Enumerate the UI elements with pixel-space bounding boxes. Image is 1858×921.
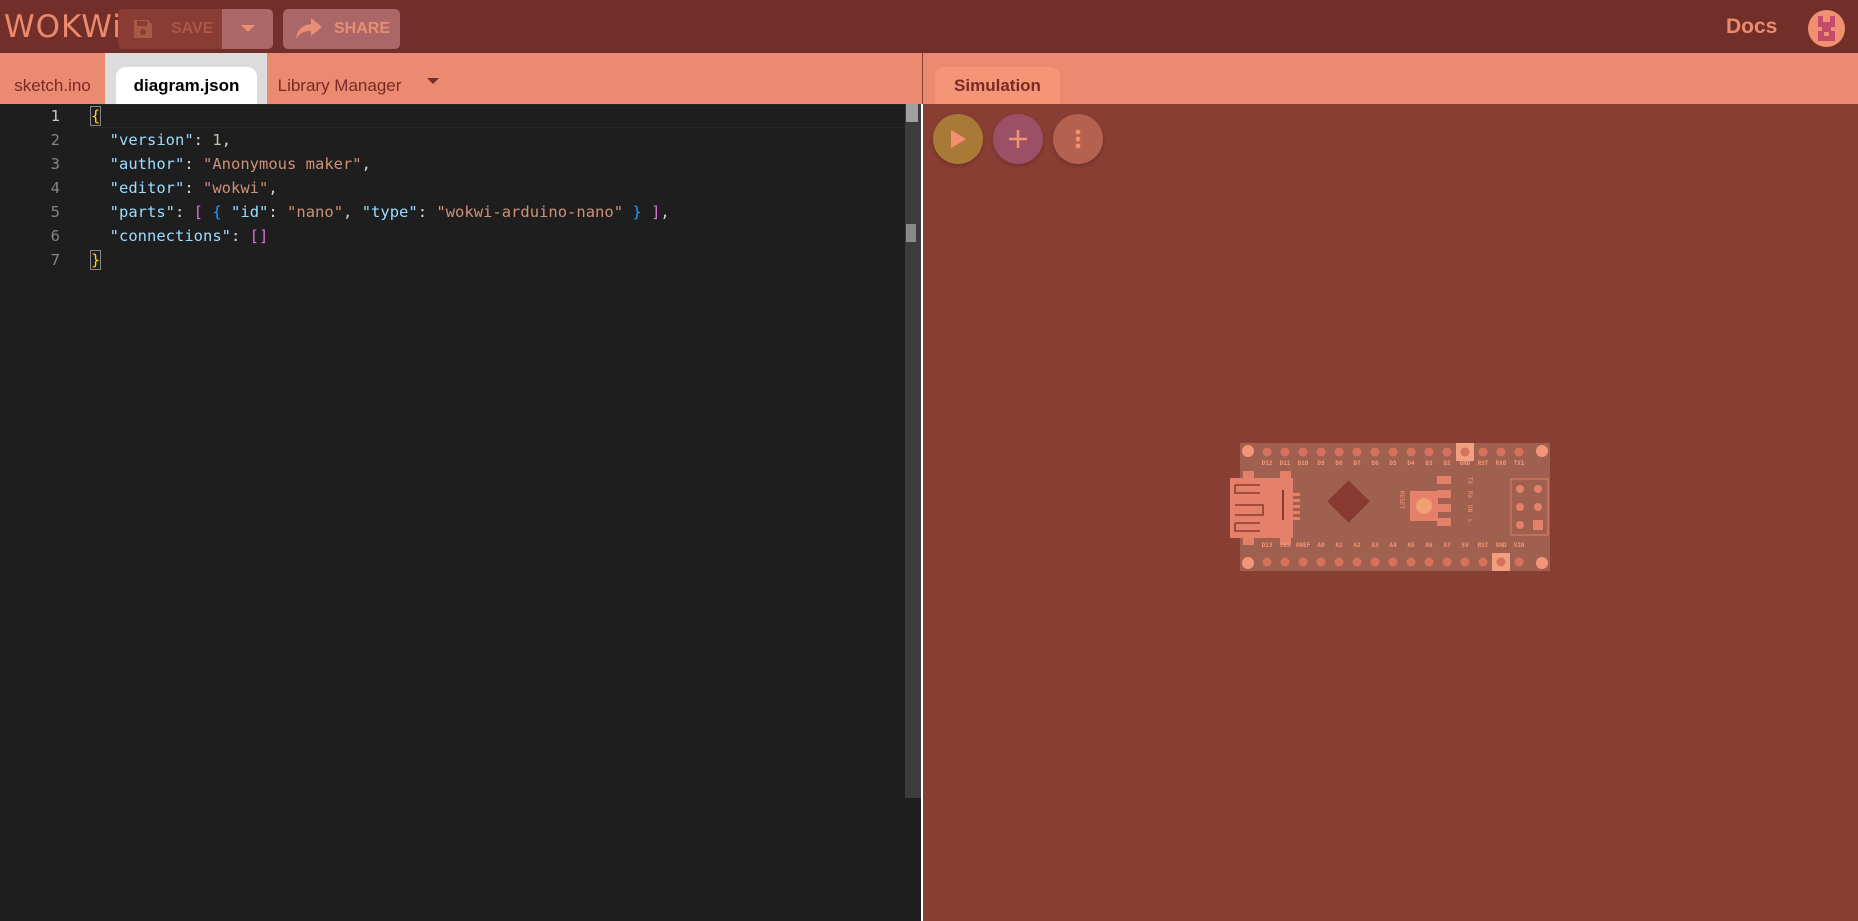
pin-label: A3	[1371, 542, 1379, 549]
scrollbar-marker	[906, 224, 916, 242]
add-part-button[interactable]	[993, 114, 1043, 164]
led-label: L	[1466, 519, 1473, 523]
start-simulation-button[interactable]	[933, 114, 983, 164]
led-rx	[1437, 490, 1451, 498]
editor-tabbar: sketch.ino diagram.json Library Manager	[0, 53, 922, 104]
code-token: 1	[212, 131, 222, 149]
panel-divider[interactable]	[921, 104, 923, 921]
plus-icon	[1009, 130, 1027, 148]
line-number: 3	[50, 155, 60, 173]
save-label: SAVE	[171, 20, 214, 37]
pin-label: VIN	[1514, 542, 1525, 549]
code-token: "author"	[109, 155, 185, 173]
tab-diagram-json[interactable]: diagram.json	[116, 67, 257, 104]
pin-label: D10	[1298, 460, 1309, 467]
share-label: SHARE	[334, 20, 391, 37]
line-number: 1	[50, 107, 60, 125]
caret-down-icon	[240, 25, 255, 32]
save-button[interactable]: SAVE	[118, 9, 222, 49]
user-avatar[interactable]	[1808, 10, 1845, 47]
code-token: "id"	[231, 203, 269, 221]
pin-label: A6	[1425, 542, 1433, 549]
reset-label: RESET	[1398, 491, 1405, 509]
pin-label: TX1	[1514, 460, 1525, 467]
pin-label: RST	[1478, 542, 1489, 549]
save-dropdown-button[interactable]	[222, 9, 273, 49]
led-on	[1437, 504, 1451, 512]
arduino-nano-board[interactable]: RESET TX RX ON L D12 D11 D10 D9 D8 D7 D6 D5 D4 D3 D2 G…	[1230, 443, 1550, 571]
pin-label: D3	[1425, 460, 1433, 467]
pin-label: A7	[1443, 542, 1451, 549]
tab-library-manager[interactable]: Library Manager	[267, 67, 412, 104]
line-number: 5	[50, 203, 60, 221]
code-token: "parts"	[109, 203, 175, 221]
tab-sketch-ino[interactable]: sketch.ino	[0, 67, 105, 104]
pin-label: 3V3	[1280, 542, 1291, 549]
code-token: "version"	[109, 131, 194, 149]
led-l	[1437, 518, 1451, 526]
pin-label: D12	[1262, 460, 1273, 467]
line-number: 4	[50, 179, 60, 197]
play-icon	[951, 130, 966, 148]
pin-label: A5	[1407, 542, 1415, 549]
led-label: RX	[1466, 491, 1473, 499]
pin-label: D2	[1443, 460, 1451, 467]
code-token: "editor"	[109, 179, 185, 197]
pin-label: A4	[1389, 542, 1397, 549]
more-options-button[interactable]	[1053, 114, 1103, 164]
wokwi-logo[interactable]: WOKWi	[4, 9, 122, 45]
pin-label: D7	[1353, 460, 1361, 467]
editor-scrollbar[interactable]	[905, 104, 921, 798]
code-token: "wokwi-arduino-nano"	[436, 203, 624, 221]
share-arrow-icon	[296, 18, 322, 39]
pin-label: A1	[1335, 542, 1343, 549]
pin-label: D4	[1407, 460, 1415, 467]
pin-label: D13	[1262, 542, 1273, 549]
pin-label: GND	[1496, 542, 1507, 549]
line-number: 2	[50, 131, 60, 149]
app-header: WOKWi SAVE SHARE Docs	[0, 0, 1858, 53]
code-token: "nano"	[287, 203, 344, 221]
tabs-dropdown-icon[interactable]	[427, 78, 439, 85]
pin-label: A2	[1353, 542, 1361, 549]
pin-label: RST	[1478, 460, 1489, 467]
pin-label: D8	[1335, 460, 1343, 467]
scrollbar-thumb[interactable]	[906, 104, 918, 122]
share-button[interactable]: SHARE	[283, 9, 400, 49]
led-label: TX	[1466, 477, 1473, 485]
pin-label: GND	[1460, 460, 1471, 467]
pin-label: D9	[1317, 460, 1325, 467]
pin-label: 5V	[1461, 542, 1469, 549]
pin-label: AREF	[1296, 542, 1311, 549]
led-tx	[1437, 476, 1451, 484]
code-token: "wokwi"	[203, 179, 269, 197]
line-number: 6	[50, 227, 60, 245]
pin-label: D11	[1280, 460, 1291, 467]
pin-label: D5	[1389, 460, 1397, 467]
pin-label: A0	[1317, 542, 1325, 549]
led-label: ON	[1466, 505, 1473, 513]
pin-label: D6	[1371, 460, 1379, 467]
code-token: "Anonymous maker"	[203, 155, 362, 173]
simulation-tabbar: Simulation	[923, 53, 1858, 104]
line-number: 7	[50, 251, 60, 269]
more-vertical-icon	[1075, 129, 1081, 149]
code-editor[interactable]: 1{ 2 "version": 1, 3 "author": "Anonymou…	[0, 104, 922, 921]
code-token: "type"	[361, 203, 418, 221]
tab-simulation[interactable]: Simulation	[935, 67, 1060, 104]
docs-link[interactable]: Docs	[1726, 15, 1777, 39]
code-token: "connections"	[109, 227, 231, 245]
pin-label: RX0	[1496, 460, 1507, 467]
floppy-disk-icon	[134, 20, 152, 38]
